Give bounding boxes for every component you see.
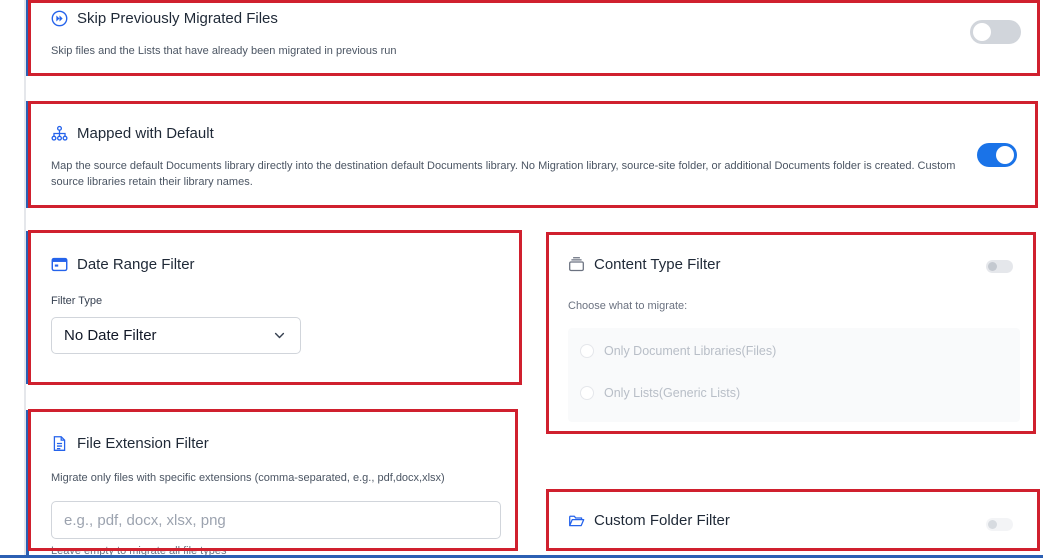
highlight-box-custom-folder xyxy=(546,489,1040,551)
highlight-box-skip xyxy=(28,0,1040,76)
highlight-box-content-type xyxy=(546,232,1036,434)
highlight-box-file-extension xyxy=(28,409,518,551)
highlight-box-mapped xyxy=(28,101,1038,208)
highlight-box-date-range xyxy=(28,230,522,385)
